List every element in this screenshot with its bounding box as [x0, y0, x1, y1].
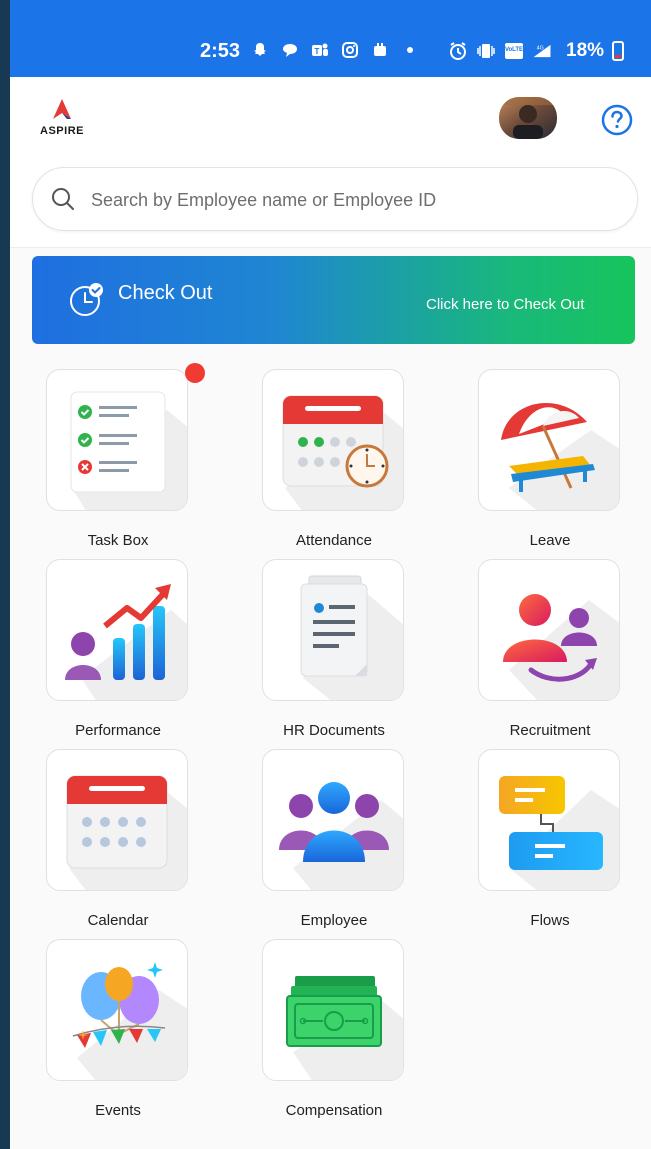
alarm-icon	[448, 41, 468, 61]
search-icon	[52, 188, 74, 210]
vibrate-icon	[476, 41, 496, 61]
performance-card[interactable]	[46, 559, 188, 701]
check-out-subtitle: Click here to Check Out	[426, 296, 585, 313]
performance-icon	[65, 584, 187, 700]
module-leave[interactable]: Leave	[442, 369, 651, 549]
more-notifications-icon	[400, 40, 420, 60]
instagram-icon	[340, 40, 360, 60]
module-employee[interactable]: Employee	[226, 749, 442, 929]
recruitment-icon	[503, 594, 619, 700]
leave-icon	[501, 402, 619, 510]
teams-icon: T	[310, 40, 330, 60]
task-box-label: Task Box	[87, 532, 149, 549]
app-notification-icon	[370, 40, 390, 60]
attendance-label: Attendance	[296, 532, 372, 549]
svg-text:VoLTE: VoLTE	[505, 47, 523, 53]
recruitment-card[interactable]	[478, 559, 620, 701]
attendance-icon	[282, 395, 403, 510]
module-events[interactable]: Events	[10, 939, 226, 1119]
svg-text:4G: 4G	[537, 45, 544, 51]
clock-check-icon	[70, 283, 103, 316]
battery-percentage: 18%	[566, 40, 605, 61]
flows-icon	[499, 776, 619, 890]
user-avatar[interactable]	[499, 97, 557, 139]
battery-icon	[612, 41, 625, 61]
search-input[interactable]	[89, 168, 613, 232]
check-out-banner[interactable]: Check Out Click here to Check Out	[32, 256, 635, 344]
module-hr-documents[interactable]: HR Documents	[226, 559, 442, 739]
calendar-label: Calendar	[87, 912, 149, 929]
employee-icon	[279, 782, 403, 890]
module-attendance[interactable]: Attendance	[226, 369, 442, 549]
compensation-label: Compensation	[285, 1102, 383, 1119]
calendar-icon	[66, 775, 187, 890]
events-icon	[72, 962, 187, 1080]
flows-card[interactable]	[478, 749, 620, 891]
calendar-card[interactable]	[46, 749, 188, 891]
leave-card[interactable]	[478, 369, 620, 511]
volte-icon: VoLTE	[504, 41, 524, 61]
status-bar: 2:53 T VoLTE 4G 18%	[10, 0, 651, 77]
module-task-box[interactable]: Task Box	[10, 369, 226, 549]
employee-card[interactable]	[262, 749, 404, 891]
events-card[interactable]	[46, 939, 188, 1081]
logo-text: ASPIRE	[40, 125, 84, 137]
help-icon[interactable]	[601, 104, 633, 136]
svg-text:T: T	[315, 47, 320, 56]
module-compensation[interactable]: Compensation	[226, 939, 442, 1119]
aspire-logo[interactable]: ASPIRE	[37, 97, 87, 141]
employee-label: Employee	[300, 912, 368, 929]
events-label: Events	[95, 1102, 141, 1119]
task-box-notification-badge	[185, 363, 205, 383]
task-box-card[interactable]	[46, 369, 188, 511]
task-box-icon	[70, 391, 187, 510]
leave-label: Leave	[529, 532, 571, 549]
module-calendar[interactable]: Calendar	[10, 749, 226, 929]
employee-search-bar[interactable]	[32, 167, 638, 232]
recruitment-label: Recruitment	[509, 722, 591, 739]
check-out-title: Check Out	[118, 282, 213, 304]
system-icons: VoLTE 4G 18%	[448, 40, 625, 62]
snapchat-icon	[250, 40, 270, 60]
attendance-card[interactable]	[262, 369, 404, 511]
module-flows[interactable]: Flows	[442, 749, 651, 929]
performance-label: Performance	[75, 722, 161, 739]
hr-documents-card[interactable]	[262, 559, 404, 701]
app-header: ASPIRE	[10, 77, 651, 248]
compensation-icon	[286, 976, 403, 1080]
hr-documents-label: HR Documents	[283, 722, 385, 739]
compensation-card[interactable]	[262, 939, 404, 1081]
flows-label: Flows	[530, 912, 570, 929]
signal-icon: 4G	[532, 41, 552, 61]
app-screen: 2:53 T VoLTE 4G 18% ASPIRE Search by Emp…	[10, 0, 651, 1149]
module-performance[interactable]: Performance	[10, 559, 226, 739]
hr-documents-icon	[300, 575, 403, 700]
chat-icon	[280, 40, 300, 60]
status-time: 2:53	[200, 40, 241, 62]
module-recruitment[interactable]: Recruitment	[442, 559, 651, 739]
notification-icons: T	[250, 40, 420, 60]
